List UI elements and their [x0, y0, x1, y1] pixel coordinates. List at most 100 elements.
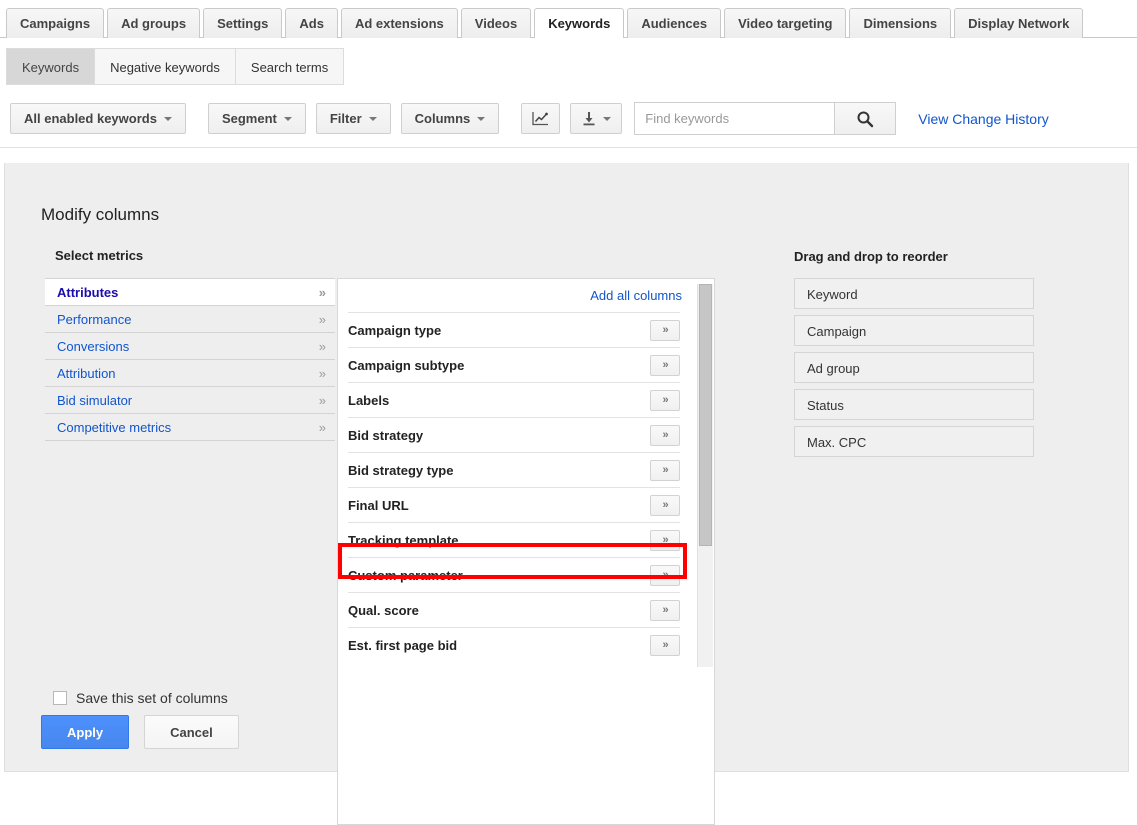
cancel-button[interactable]: Cancel	[144, 715, 239, 749]
main-tab-bar: Campaigns Ad groups Settings Ads Ad extensio…	[0, 0, 1137, 38]
double-chevron-right-icon: »	[318, 365, 326, 381]
category-label: Competitive metrics	[57, 419, 172, 435]
add-column-button[interactable]: »	[650, 389, 680, 411]
add-column-button[interactable]: »	[650, 599, 680, 621]
column-item-custom-parameter[interactable]: Custom parameter »	[348, 557, 680, 592]
segment-dropdown[interactable]: Segment	[207, 103, 306, 134]
column-label: Est. first page bid	[348, 637, 458, 653]
category-item-attribution[interactable]: Attribution »	[45, 360, 335, 387]
all-enabled-keywords-label: All enabled keywords	[24, 111, 157, 126]
category-label: Attributes	[57, 284, 119, 300]
tab-campaigns[interactable]: Campaigns	[6, 8, 105, 38]
metric-category-list: Attributes» Performance» Conversions» Attri…	[45, 278, 335, 441]
line-chart-icon	[532, 112, 549, 126]
add-column-button[interactable]: »	[650, 319, 680, 341]
page-title: Modify columns	[41, 205, 160, 224]
subtab-keywords[interactable]: Keywords	[6, 48, 96, 85]
add-column-button[interactable]: »	[650, 354, 680, 376]
column-item-qual-score[interactable]: Qual. score »	[348, 592, 680, 627]
category-label: Performance	[57, 311, 132, 327]
all-enabled-keywords-dropdown[interactable]: All enabled keywords	[10, 103, 186, 134]
column-label: Qual. score	[348, 602, 419, 618]
double-chevron-right-icon: »	[318, 338, 326, 354]
column-label: Final URL	[348, 497, 409, 513]
category-item-attributes[interactable]: Attributes »	[45, 279, 335, 306]
column-item-final-url[interactable]: Final URL »	[348, 487, 680, 522]
reorder-item-campaign[interactable]: Campaign	[794, 315, 1034, 346]
available-columns-list: Campaign type» Campaign subtype» Labels» Bi…	[338, 312, 714, 662]
category-item-performance[interactable]: Performance »	[45, 306, 335, 333]
download-dropdown-button[interactable]	[570, 103, 623, 134]
add-column-button[interactable]: »	[650, 494, 680, 516]
double-chevron-right-icon: »	[318, 284, 326, 300]
column-item-campaign-subtype[interactable]: Campaign subtype »	[348, 347, 680, 382]
chevron-down-icon	[283, 116, 292, 121]
column-item-campaign-type[interactable]: Campaign type »	[348, 312, 680, 347]
double-chevron-right-icon: »	[318, 311, 326, 327]
save-set-checkbox[interactable]	[53, 691, 67, 705]
filter-dropdown[interactable]: Filter	[315, 103, 391, 134]
tab-settings[interactable]: Settings	[203, 8, 283, 38]
add-column-button[interactable]: »	[650, 529, 680, 551]
add-column-button[interactable]: »	[650, 564, 680, 586]
view-change-history-link[interactable]: View Change History	[918, 111, 1048, 127]
column-item-labels[interactable]: Labels »	[348, 382, 680, 417]
add-column-button[interactable]: »	[650, 459, 680, 481]
chevron-down-icon	[602, 116, 611, 121]
tab-ads[interactable]: Ads	[285, 8, 338, 38]
tab-dimensions[interactable]: Dimensions	[849, 8, 952, 38]
drag-drop-reorder-heading: Drag and drop to reorder	[794, 249, 948, 264]
reorder-item-ad-group[interactable]: Ad group	[794, 352, 1034, 383]
tab-display-network[interactable]: Display Network	[954, 8, 1084, 38]
column-item-bid-strategy[interactable]: Bid strategy »	[348, 417, 680, 452]
chevron-down-icon	[368, 116, 377, 121]
tab-ad-groups[interactable]: Ad groups	[107, 8, 201, 38]
add-all-columns-link[interactable]: Add all columns	[590, 288, 682, 303]
save-set-label: Save this set of columns	[76, 690, 228, 706]
filter-label: Filter	[329, 111, 362, 126]
chevron-down-icon	[163, 116, 172, 121]
search-button[interactable]	[834, 102, 897, 135]
category-label: Bid simulator	[57, 392, 133, 408]
tab-videos[interactable]: Videos	[460, 8, 532, 38]
add-all-columns-row: Add all columns	[338, 279, 714, 312]
columns-dropdown[interactable]: Columns	[400, 103, 500, 134]
column-label: Bid strategy type	[348, 462, 454, 478]
scrollbar-thumb[interactable]	[699, 284, 712, 546]
double-chevron-right-icon: »	[318, 392, 326, 408]
chevron-down-icon	[477, 116, 486, 121]
save-set-row: Save this set of columns	[53, 690, 228, 706]
add-column-button[interactable]: »	[650, 634, 680, 656]
columns-label: Columns	[414, 111, 471, 126]
chart-toggle-button[interactable]	[521, 103, 561, 134]
column-list-scrollbar[interactable]	[697, 284, 713, 667]
reorder-item-status[interactable]: Status	[794, 389, 1034, 420]
subtab-search-terms[interactable]: Search terms	[235, 48, 345, 85]
keywords-toolbar: All enabled keywords Segment Filter Colu…	[0, 90, 1137, 148]
category-item-competitive-metrics[interactable]: Competitive metrics »	[45, 414, 335, 441]
tab-video-targeting[interactable]: Video targeting	[724, 8, 847, 38]
column-item-bid-strategy-type[interactable]: Bid strategy type »	[348, 452, 680, 487]
tab-keywords[interactable]: Keywords	[534, 8, 625, 38]
column-label: Bid strategy	[348, 427, 424, 443]
panel-action-buttons: Apply Cancel	[41, 715, 239, 749]
reorder-item-max-cpc[interactable]: Max. CPC	[794, 426, 1034, 457]
tab-audiences[interactable]: Audiences	[627, 8, 722, 38]
subtab-negative-keywords[interactable]: Negative keywords	[95, 48, 236, 85]
tab-ad-extensions[interactable]: Ad extensions	[340, 8, 458, 38]
category-item-conversions[interactable]: Conversions »	[45, 333, 335, 360]
search-input[interactable]	[634, 102, 835, 135]
category-item-bid-simulator[interactable]: Bid simulator »	[45, 387, 335, 414]
column-label: Campaign type	[348, 322, 442, 338]
apply-button[interactable]: Apply	[41, 715, 130, 749]
column-label: Custom parameter	[348, 567, 463, 583]
add-column-button[interactable]: »	[650, 424, 680, 446]
category-label: Attribution	[57, 365, 116, 381]
modify-columns-panel: Modify columns Select metrics Drag and d…	[4, 163, 1129, 825]
reorder-item-keyword[interactable]: Keyword	[794, 278, 1034, 309]
double-chevron-right-icon: »	[318, 419, 326, 435]
column-item-tracking-template[interactable]: Tracking template »	[348, 522, 680, 557]
column-item-est-first-page-bid[interactable]: Est. first page bid »	[348, 627, 680, 662]
selected-columns-reorder-list: Keyword Campaign Ad group Status Max. CPC	[794, 278, 1034, 463]
column-label: Tracking template	[348, 532, 459, 548]
